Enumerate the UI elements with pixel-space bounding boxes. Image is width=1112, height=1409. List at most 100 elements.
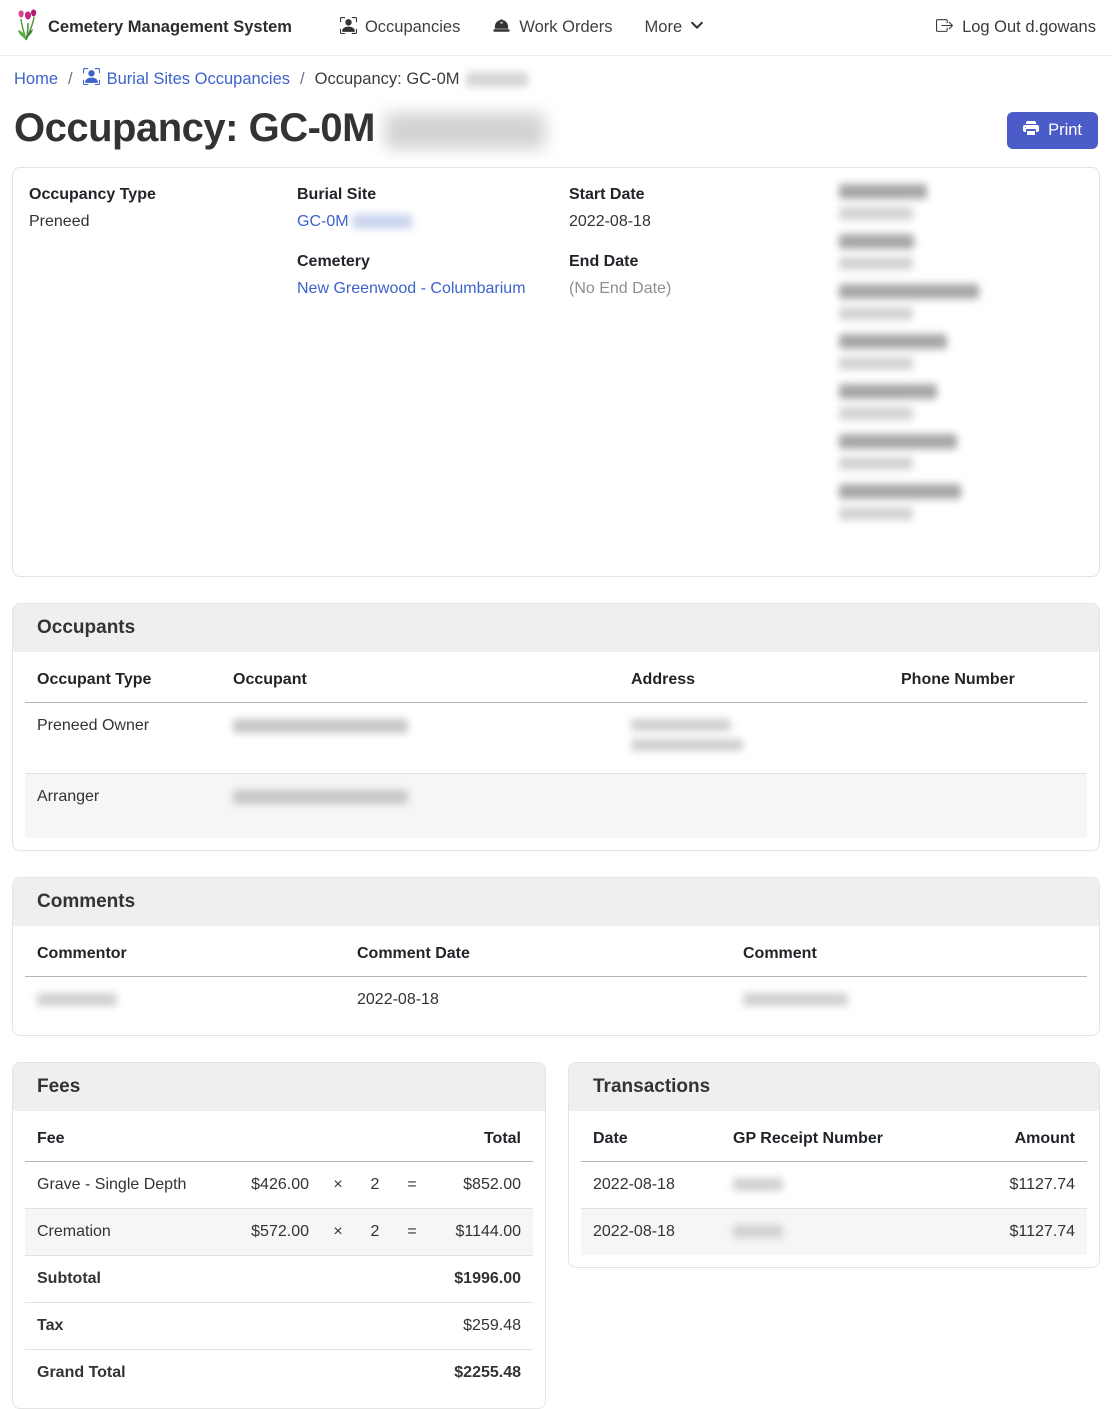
app-brand[interactable]: Cemetery Management System — [16, 9, 292, 46]
redacted-field — [839, 334, 1083, 370]
redacted-commentor — [37, 993, 117, 1006]
fee-times-cell: × — [321, 1162, 355, 1209]
end-date-label: End Date — [569, 251, 839, 273]
redacted-field-label — [839, 284, 979, 299]
print-label: Print — [1048, 121, 1082, 140]
comments-card: Comments Commentor Comment Date Comment … — [12, 877, 1100, 1036]
redacted-field — [839, 184, 1083, 220]
table-row: Arranger — [25, 774, 1087, 839]
person-bounding-box-icon — [83, 68, 100, 90]
fees-title: Fees — [13, 1063, 545, 1111]
redacted-field-value — [839, 407, 913, 420]
column-header: Address — [619, 656, 889, 703]
printer-icon — [1023, 120, 1039, 141]
redacted-breadcrumb-id — [466, 72, 528, 87]
fee-name-cell: Cremation — [25, 1209, 229, 1256]
address-cell — [619, 774, 889, 839]
start-date-label: Start Date — [569, 184, 839, 206]
redacted-field-value — [839, 507, 913, 520]
logout-button[interactable]: Log Out d.gowans — [936, 17, 1096, 39]
nav-item-more[interactable]: More — [633, 10, 717, 45]
redacted-field — [839, 234, 1083, 270]
details-col-1: Occupancy Type Preneed — [29, 184, 297, 247]
redacted-field-value — [839, 207, 913, 220]
grand-total-label: Grand Total — [25, 1350, 229, 1397]
table-row: Cremation $572.00 × 2 = $1144.00 — [25, 1209, 533, 1256]
column-header: Amount — [951, 1115, 1087, 1162]
amount-cell: $1127.74 — [951, 1209, 1087, 1256]
cemetery-link[interactable]: New Greenwood - Columbarium — [297, 280, 526, 297]
amount-cell: $1127.74 — [951, 1162, 1087, 1209]
box-arrow-right-icon — [936, 17, 953, 39]
column-header: GP Receipt Number — [721, 1115, 951, 1162]
breadcrumb-separator: / — [300, 70, 305, 89]
table-row: Preneed Owner — [25, 703, 1087, 774]
redacted-field — [839, 384, 1083, 420]
column-header: Total — [429, 1115, 533, 1162]
breadcrumb-occupancies-link[interactable]: Burial Sites Occupancies — [83, 68, 290, 90]
print-button[interactable]: Print — [1007, 112, 1098, 149]
breadcrumb: Home / Burial Sites Occupancies / Occupa… — [0, 56, 1112, 100]
column-header: Occupant — [221, 656, 619, 703]
column-header: Fee — [25, 1115, 229, 1162]
nav-item-work-orders[interactable]: Work Orders — [480, 9, 624, 47]
occupant-type-cell: Arranger — [25, 774, 221, 839]
breadcrumb-home-link[interactable]: Home — [14, 70, 58, 89]
fee-unit-cell: $426.00 — [229, 1162, 321, 1209]
breadcrumb-occupancies-label: Burial Sites Occupancies — [107, 70, 290, 89]
hard-hat-icon — [492, 17, 511, 39]
fee-qty-cell: 2 — [355, 1162, 395, 1209]
burial-site-label: Burial Site — [297, 184, 569, 206]
redacted-field-label — [839, 434, 957, 449]
occupancy-type-value: Preneed — [29, 211, 297, 233]
receipt-cell — [721, 1209, 951, 1256]
burial-site-link[interactable]: GC-0M — [297, 213, 412, 230]
occupancy-details-card: Occupancy Type Preneed Burial Site GC-0M… — [12, 167, 1100, 577]
redacted-address-line — [631, 739, 743, 751]
transaction-date-cell: 2022-08-18 — [581, 1162, 721, 1209]
details-col-4-redacted — [839, 184, 1083, 534]
person-bounding-box-icon — [340, 17, 357, 39]
redacted-occupant-name — [233, 719, 408, 733]
nav-item-label: More — [645, 18, 683, 37]
occupant-cell — [221, 703, 619, 774]
fees-table: Fee Total Grave - Single Depth $426.00 ×… — [25, 1115, 533, 1396]
fee-unit-cell: $572.00 — [229, 1209, 321, 1256]
comments-title: Comments — [13, 878, 1099, 926]
details-col-3: Start Date 2022-08-18 End Date (No End D… — [569, 184, 839, 314]
redacted-field — [839, 434, 1083, 470]
column-header: Commentor — [25, 930, 345, 977]
occupants-table: Occupant Type Occupant Address Phone Num… — [25, 656, 1087, 838]
tulip-logo-icon — [16, 9, 40, 46]
breadcrumb-current: Occupancy: GC-0M — [315, 70, 528, 89]
transaction-date-cell: 2022-08-18 — [581, 1209, 721, 1256]
commentor-cell — [25, 977, 345, 1024]
redacted-field-value — [839, 357, 913, 370]
transactions-table: Date GP Receipt Number Amount 2022-08-18… — [581, 1115, 1087, 1255]
occupancy-type-label: Occupancy Type — [29, 184, 297, 206]
redacted-occupant-name — [233, 790, 408, 804]
fee-total-cell: $1144.00 — [429, 1209, 533, 1256]
redacted-field-label — [839, 384, 937, 399]
tax-value: $259.48 — [229, 1303, 533, 1350]
column-header: Comment Date — [345, 930, 731, 977]
subtotal-value: $1996.00 — [229, 1256, 533, 1303]
fee-qty-cell: 2 — [355, 1209, 395, 1256]
nav-item-occupancies[interactable]: Occupancies — [328, 9, 472, 47]
bottom-section: Fees Fee Total Grave - Single Depth $426… — [12, 1062, 1100, 1409]
column-header: Date — [581, 1115, 721, 1162]
fee-times-cell: × — [321, 1209, 355, 1256]
cemetery-label: Cemetery — [297, 251, 569, 273]
occupants-card: Occupants Occupant Type Occupant Address… — [12, 603, 1100, 851]
redacted-field-label — [839, 484, 961, 499]
column-header: Phone Number — [889, 656, 1087, 703]
redacted-comment — [743, 993, 848, 1006]
column-header: Occupant Type — [25, 656, 221, 703]
nav-item-label: Occupancies — [365, 18, 460, 37]
fee-equals-cell: = — [395, 1209, 429, 1256]
phone-cell — [889, 774, 1087, 839]
redacted-field-label — [839, 184, 927, 199]
redacted-address-line — [631, 719, 731, 731]
occupants-title: Occupants — [13, 604, 1099, 652]
top-navbar: Cemetery Management System Occupancies — [0, 0, 1112, 56]
